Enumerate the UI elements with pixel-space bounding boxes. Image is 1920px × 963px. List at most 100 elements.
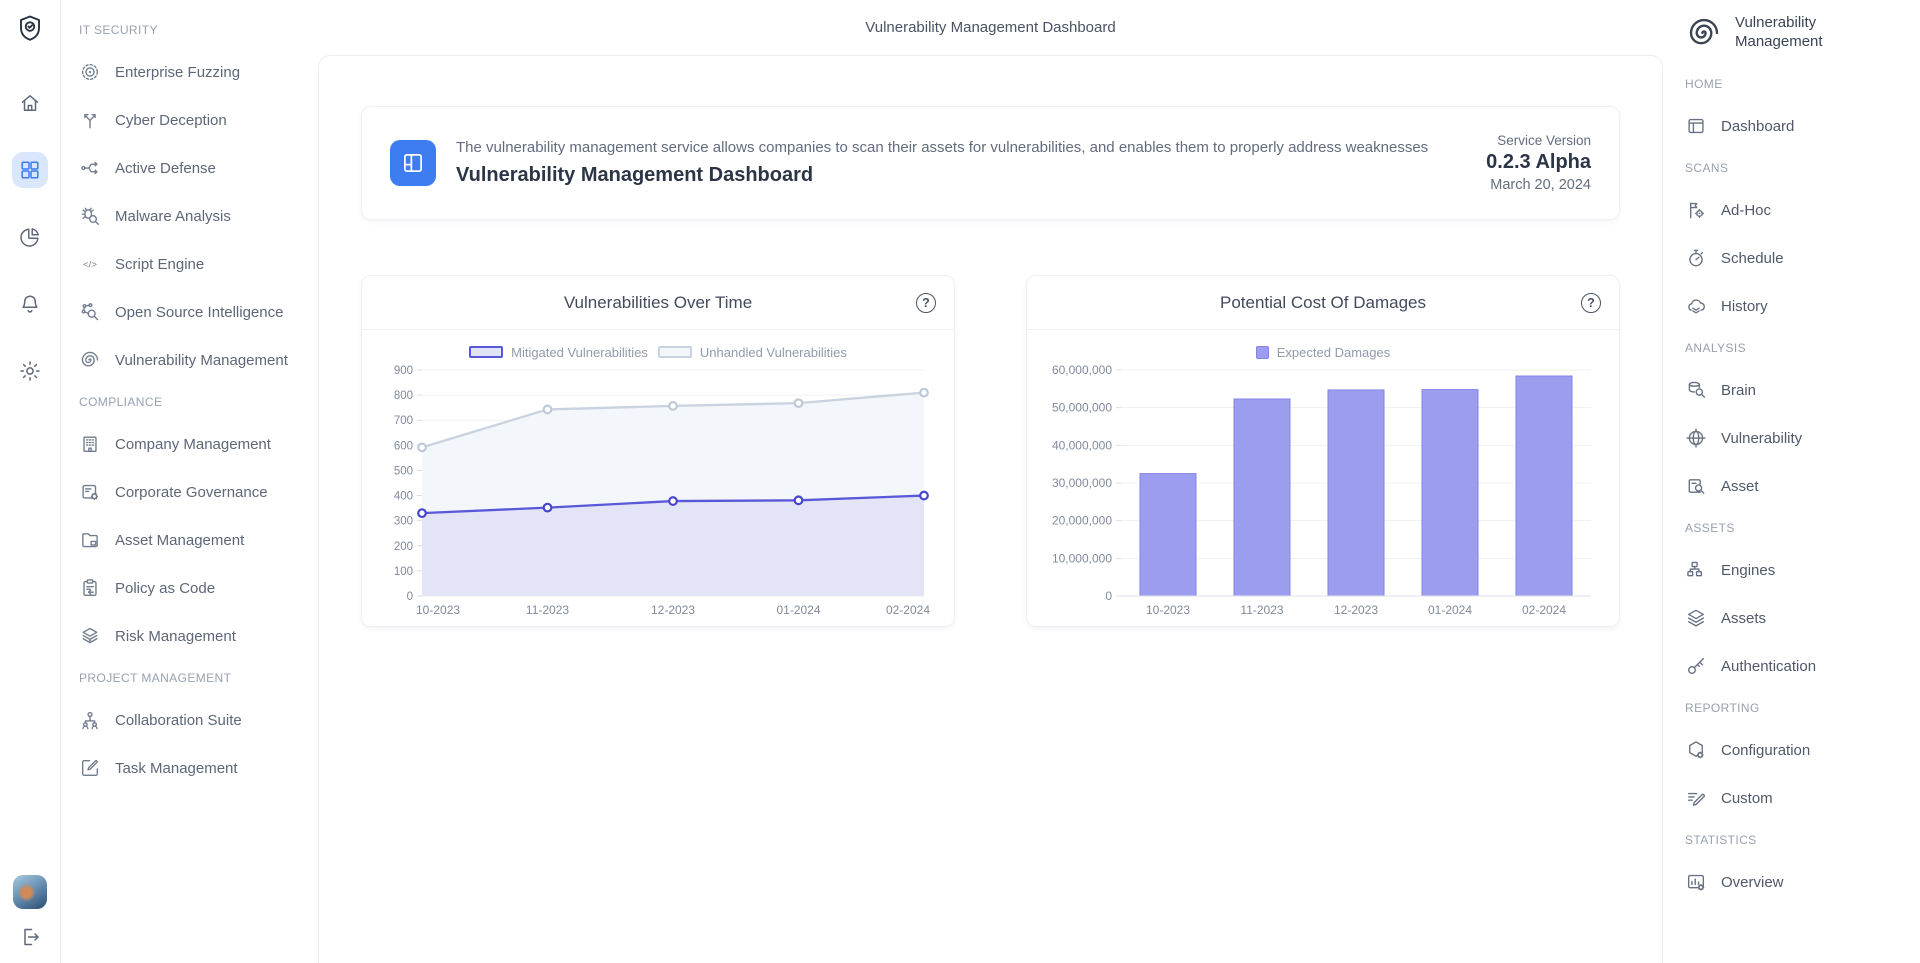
sidebar-item-company-management[interactable]: Company Management (79, 420, 308, 468)
rightbar-item-vulnerability[interactable]: Vulnerability (1685, 414, 1910, 462)
sidebar-section-header-compliance: COMPLIANCE (79, 392, 308, 412)
rail-item-apps[interactable] (12, 152, 48, 188)
sidebar-item-label: Open Source Intelligence (115, 304, 283, 321)
target-icon (79, 61, 101, 83)
sidebar-item-risk-management[interactable]: Risk Management (79, 612, 308, 660)
legend-swatch (658, 346, 692, 358)
legend-label: Expected Damages (1277, 345, 1390, 360)
rightbar-section-header-assets: ASSETS (1685, 518, 1910, 538)
svg-text:12-2023: 12-2023 (651, 603, 695, 617)
sidebar-item-active-defense[interactable]: Active Defense (79, 144, 308, 192)
edit-square-icon (79, 757, 101, 779)
legend-item-mitigated-vulnerabilities[interactable]: Mitigated Vulnerabilities (469, 345, 648, 360)
svg-text:0: 0 (407, 591, 413, 603)
rightbar-item-label: Engines (1721, 562, 1775, 579)
sidebar-item-task-management[interactable]: Task Management (79, 744, 308, 792)
grid-icon (18, 158, 42, 182)
rightbar-item-label: Vulnerability (1721, 430, 1802, 447)
rightbar-section-header-scans: SCANS (1685, 158, 1910, 178)
sidebar-item-corporate-governance[interactable]: Corporate Governance (79, 468, 308, 516)
rail-nav (12, 85, 48, 389)
content-panel: The vulnerability management service all… (318, 55, 1663, 963)
svg-text:12-2023: 12-2023 (1334, 603, 1378, 617)
fingerprint-icon (79, 349, 101, 371)
gear-icon (18, 359, 42, 383)
sidebar-item-collaboration-suite[interactable]: Collaboration Suite (79, 696, 308, 744)
sidebar-item-enterprise-fuzzing[interactable]: Enterprise Fuzzing (79, 48, 308, 96)
rail-item-notifications[interactable] (12, 286, 48, 322)
rightbar-item-label: Dashboard (1721, 118, 1794, 135)
rightbar-item-engines[interactable]: Engines (1685, 546, 1910, 594)
rightbar-item-label: Schedule (1721, 250, 1784, 267)
sidebar-item-open-source-intelligence[interactable]: Open Source Intelligence (79, 288, 308, 336)
flag-target-icon (1685, 199, 1707, 221)
rightbar-section-header-statistics: STATISTICS (1685, 830, 1910, 850)
service-version-date: March 20, 2024 (1486, 177, 1591, 193)
rightbar-item-label: Brain (1721, 382, 1756, 399)
rightbar-item-history[interactable]: History (1685, 282, 1910, 330)
help-icon[interactable]: ? (1581, 293, 1601, 313)
rightbar-item-ad-hoc[interactable]: Ad-Hoc (1685, 186, 1910, 234)
svg-text:600: 600 (394, 440, 413, 452)
sidebar-item-label: Risk Management (115, 628, 236, 645)
svg-text:01-2024: 01-2024 (776, 603, 820, 617)
svg-text:100: 100 (394, 566, 413, 578)
rightbar-item-label: Asset (1721, 478, 1759, 495)
module-brand: Vulnerability Management (1685, 14, 1910, 52)
rightbar-item-dashboard[interactable]: Dashboard (1685, 102, 1910, 150)
rightbar-item-label: Configuration (1721, 742, 1810, 759)
service-version-value: 0.2.3 Alpha (1486, 151, 1591, 174)
tree-icon (1685, 559, 1707, 581)
doc-search-icon (1685, 475, 1707, 497)
logout-icon[interactable] (18, 925, 42, 949)
sidebar-item-malware-analysis[interactable]: Malware Analysis (79, 192, 308, 240)
sidebar-item-vulnerability-management[interactable]: Vulnerability Management (79, 336, 308, 384)
rightbar-item-asset[interactable]: Asset (1685, 462, 1910, 510)
app-logo-shield-icon[interactable] (15, 13, 45, 43)
rightbar-item-custom[interactable]: Custom (1685, 774, 1910, 822)
rail-item-analytics[interactable] (12, 219, 48, 255)
legend-item-expected-damages[interactable]: Expected Damages (1256, 345, 1390, 360)
bug-search-icon (79, 205, 101, 227)
svg-text:02-2024: 02-2024 (886, 603, 930, 617)
rightbar-item-label: Ad-Hoc (1721, 202, 1771, 219)
sidebar-item-label: Asset Management (115, 532, 244, 549)
rightbar-item-authentication[interactable]: Authentication (1685, 642, 1910, 690)
sidebar-item-label: Policy as Code (115, 580, 215, 597)
key-icon (1685, 655, 1707, 677)
icon-rail (0, 0, 61, 963)
line-chart: 010020030040050060070080090010-202311-20… (362, 360, 954, 626)
org-chart-icon (79, 709, 101, 731)
svg-text:11-2023: 11-2023 (526, 603, 569, 617)
rightbar-item-schedule[interactable]: Schedule (1685, 234, 1910, 282)
svg-text:60,000,000: 60,000,000 (1052, 363, 1112, 377)
rightbar-item-configuration[interactable]: Configuration (1685, 726, 1910, 774)
sidebar-item-script-engine[interactable]: </>Script Engine (79, 240, 308, 288)
legend-label: Unhandled Vulnerabilities (700, 345, 847, 360)
sidebar-item-policy-as-code[interactable]: Policy as Code (79, 564, 308, 612)
sidebar-section-header-project-management: PROJECT MANAGEMENT (79, 668, 308, 688)
help-icon[interactable]: ? (916, 293, 936, 313)
branch-icon (79, 109, 101, 131)
legend-item-unhandled-vulnerabilities[interactable]: Unhandled Vulnerabilities (658, 345, 847, 360)
legend-swatch (1256, 346, 1269, 359)
rightbar-section-header-analysis: ANALYSIS (1685, 338, 1910, 358)
chart-legend: Expected Damages (1027, 344, 1619, 360)
rightbar-item-label: History (1721, 298, 1768, 315)
db-search-icon (1685, 379, 1707, 401)
sidebar-item-cyber-deception[interactable]: Cyber Deception (79, 96, 308, 144)
rightbar-item-brain[interactable]: Brain (1685, 366, 1910, 414)
svg-text:800: 800 (394, 390, 413, 402)
chart-header: Potential Cost Of Damages ? (1027, 276, 1619, 330)
sidebar-item-asset-management[interactable]: Asset Management (79, 516, 308, 564)
legend-label: Mitigated Vulnerabilities (511, 345, 648, 360)
rightbar-item-assets[interactable]: Assets (1685, 594, 1910, 642)
rail-item-settings[interactable] (12, 353, 48, 389)
rightbar-item-overview[interactable]: Overview (1685, 858, 1910, 906)
rail-item-home[interactable] (12, 85, 48, 121)
user-avatar[interactable] (13, 875, 47, 909)
rightbar-item-label: Custom (1721, 790, 1773, 807)
pen-lines-icon (1685, 787, 1707, 809)
svg-text:10,000,000: 10,000,000 (1052, 551, 1112, 565)
sidebar-item-label: Enterprise Fuzzing (115, 64, 240, 81)
